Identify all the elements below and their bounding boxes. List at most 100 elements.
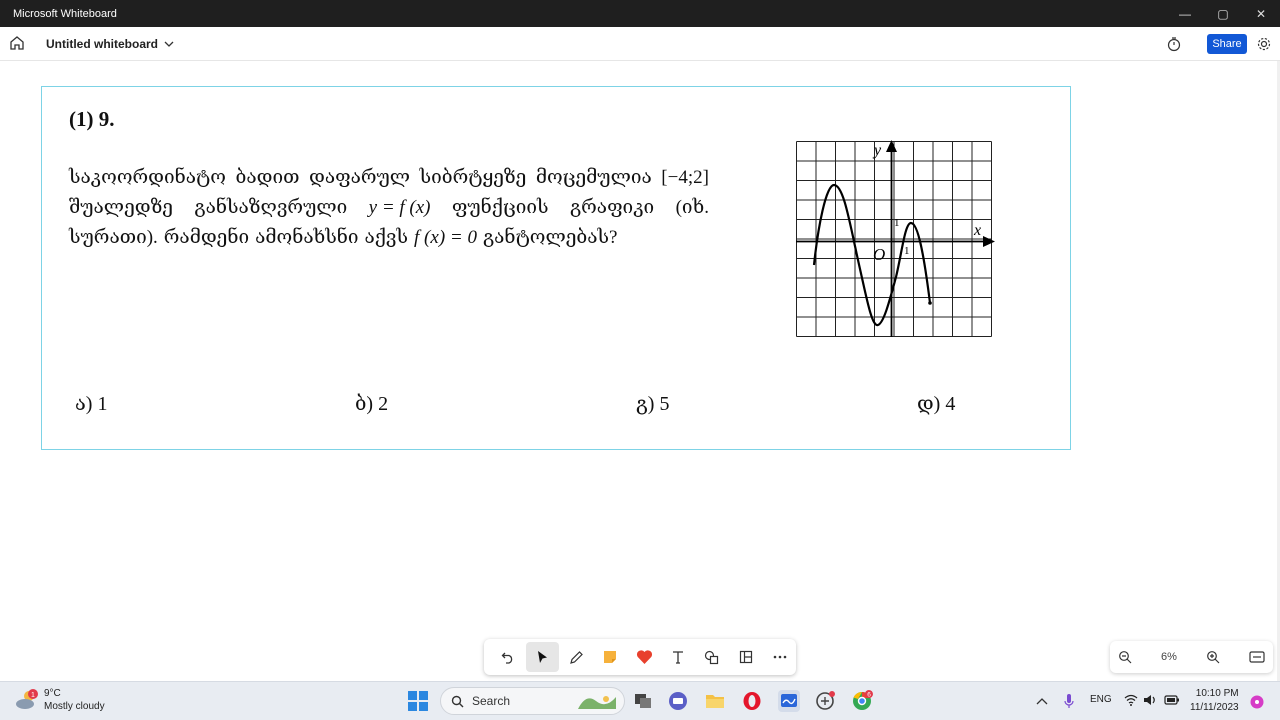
- problem-card[interactable]: (1) 9. საკოორდინატო ბადით დაფარულ სიბრტყ…: [41, 86, 1071, 450]
- sticky-note-button[interactable]: [594, 642, 627, 672]
- wifi-icon[interactable]: [1124, 694, 1138, 706]
- undo-button[interactable]: [492, 642, 525, 672]
- maximize-button[interactable]: ▢: [1204, 0, 1242, 27]
- function-expression: y = f (x): [368, 197, 431, 218]
- title-bar: Microsoft Whiteboard — ▢ ✕: [0, 0, 1280, 27]
- x-axis-label: x: [973, 222, 981, 239]
- weather-widget[interactable]: 1 9°C Mostly cloudy: [14, 687, 105, 713]
- word: ამონახსნი: [255, 227, 359, 248]
- word: დაფარულ: [309, 167, 411, 188]
- answer-option-c[interactable]: გ) 5: [636, 391, 669, 416]
- app-icon[interactable]: [814, 690, 836, 712]
- select-tool-button[interactable]: [525, 642, 559, 672]
- task-view-icon[interactable]: [632, 690, 654, 712]
- windows-start-icon[interactable]: [407, 690, 429, 712]
- whiteboard-name[interactable]: Untitled whiteboard: [46, 37, 158, 51]
- temperature: 9°C: [44, 688, 61, 699]
- window-controls: — ▢ ✕: [1166, 0, 1280, 27]
- home-icon[interactable]: [9, 35, 25, 51]
- taskbar-search[interactable]: Search: [440, 687, 625, 715]
- volume-icon[interactable]: [1143, 694, 1157, 706]
- notification-icon[interactable]: [1250, 695, 1264, 709]
- app-bar: Untitled whiteboard Share: [0, 27, 1280, 61]
- function-graph: y x O 1 1: [796, 140, 995, 337]
- weather-cloud-icon: 1: [16, 689, 38, 709]
- word: აქვს: [364, 227, 409, 248]
- x-tick-label: 1: [904, 245, 910, 257]
- weather-description: Mostly cloudy: [44, 701, 105, 712]
- origin-label: O: [873, 245, 885, 264]
- word: რამდენი: [163, 227, 250, 248]
- teams-chat-icon[interactable]: [667, 690, 689, 712]
- word: (იხ.: [675, 197, 709, 218]
- zoom-out-icon[interactable]: [1118, 650, 1132, 664]
- heart-icon: [636, 650, 652, 664]
- opera-browser-icon[interactable]: [741, 690, 763, 712]
- fit-to-screen-icon[interactable]: [1249, 651, 1265, 663]
- search-highlight-icon: [578, 696, 616, 709]
- minimize-button[interactable]: —: [1166, 0, 1204, 27]
- file-explorer-icon[interactable]: [704, 690, 726, 712]
- templates-icon: [739, 650, 752, 664]
- timer-icon[interactable]: [1166, 36, 1182, 52]
- word: მოცემულია: [535, 167, 652, 188]
- question-line-2: შუალედზე განსაზღვრული y = f (x) ფუნქციის…: [69, 193, 709, 223]
- shapes-icon: [705, 650, 719, 664]
- text-tool-button[interactable]: [661, 642, 694, 672]
- zoom-in-icon[interactable]: [1206, 650, 1220, 664]
- curve-endpoint: [928, 301, 932, 305]
- question-line-1: საკოორდინატო ბადით დაფარულ სიბრტყეზე მოც…: [69, 163, 709, 193]
- word: საკოორდინატო: [69, 167, 226, 188]
- microphone-icon[interactable]: [1063, 693, 1075, 709]
- word: განტოლებას?: [482, 227, 618, 248]
- word: სურათი).: [69, 227, 158, 248]
- system-clock[interactable]: 10:10 PM 11/11/2023: [1190, 687, 1239, 715]
- question-text: საკოორდინატო ბადით დაფარულ სიბრტყეზე მოც…: [69, 163, 709, 253]
- word: ბადით: [235, 167, 300, 188]
- zoom-level: 6%: [1161, 651, 1177, 663]
- pen-icon: [569, 650, 583, 664]
- word: შუალედზე: [69, 197, 173, 218]
- answer-option-b[interactable]: ბ) 2: [355, 391, 388, 416]
- reactions-button[interactable]: [628, 642, 661, 672]
- word: განსაზღვრული: [194, 197, 348, 218]
- interval: [−4;2]: [661, 167, 709, 188]
- pen-tool-button[interactable]: [560, 642, 593, 672]
- share-button[interactable]: Share: [1207, 34, 1247, 54]
- more-icon: [773, 655, 786, 659]
- clock-time: 10:10 PM: [1195, 688, 1239, 699]
- question-number: (1) 9.: [69, 107, 115, 131]
- chrome-badge: 6: [867, 692, 871, 699]
- grid: [796, 141, 992, 337]
- word: გრაფიკი: [569, 197, 655, 218]
- word: სიბრტყეზე: [419, 167, 527, 188]
- cursor-icon: [538, 651, 548, 663]
- zoom-controls: 6%: [1110, 641, 1273, 673]
- weather-badge: 1: [31, 692, 35, 699]
- shapes-button[interactable]: [695, 642, 728, 672]
- x-axis-arrow: [983, 236, 995, 247]
- search-placeholder: Search: [472, 694, 511, 708]
- search-icon: [451, 695, 464, 707]
- chevron-down-icon[interactable]: [163, 38, 175, 50]
- word: ფუნქციის: [451, 197, 549, 218]
- y-axis-label: y: [872, 142, 882, 159]
- function-curve: [812, 183, 932, 327]
- language-indicator[interactable]: ENG: [1090, 694, 1112, 705]
- whiteboard-app-icon[interactable]: [778, 690, 800, 712]
- drawing-toolbar: [484, 639, 796, 675]
- more-button[interactable]: [763, 642, 796, 672]
- equation-expression: f (x) = 0: [414, 227, 477, 248]
- clock-date: 11/11/2023: [1190, 702, 1239, 713]
- gear-icon[interactable]: [1256, 36, 1272, 52]
- battery-icon[interactable]: [1164, 695, 1180, 705]
- chevron-up-icon[interactable]: [1036, 697, 1048, 705]
- chrome-icon[interactable]: 6: [851, 690, 873, 712]
- undo-icon: [502, 652, 513, 664]
- taskbar: 1 9°C Mostly cloudy Search 6 ENG 10:10 P…: [0, 681, 1280, 720]
- answer-option-d[interactable]: დ) 4: [917, 391, 955, 416]
- close-button[interactable]: ✕: [1242, 0, 1280, 27]
- answer-option-a[interactable]: ა) 1: [75, 391, 107, 416]
- templates-button[interactable]: [729, 642, 762, 672]
- sticky-note-icon: [604, 651, 617, 663]
